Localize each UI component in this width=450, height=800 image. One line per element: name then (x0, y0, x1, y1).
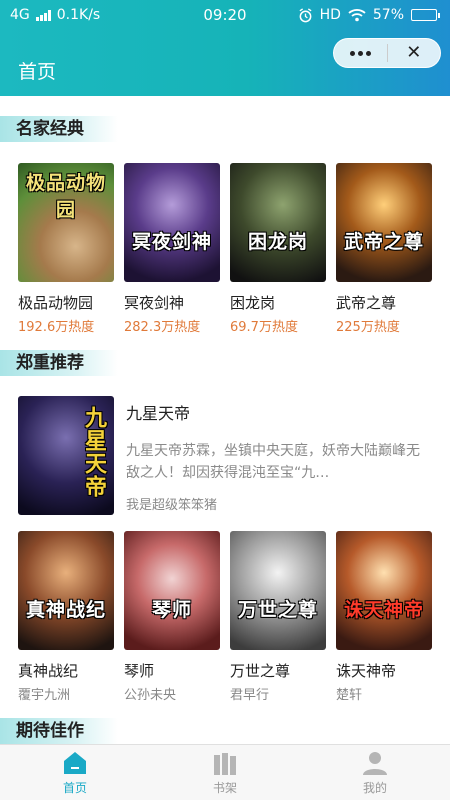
book-heat: 192.6万热度 (18, 320, 95, 335)
book-author: 楚轩 (336, 688, 363, 703)
book-heat: 69.7万热度 (230, 320, 298, 335)
book-title[interactable]: 冥夜剑神 (124, 292, 220, 313)
alarm-icon (299, 7, 312, 22)
book-cover[interactable]: 琴师 (124, 531, 220, 650)
close-icon: ✕ (406, 42, 422, 63)
section-title-recommend: 郑重推荐 (0, 350, 118, 376)
battery-percent: 57% (372, 7, 404, 23)
book-heat: 282.3万热度 (124, 320, 201, 335)
signal-icon (35, 9, 51, 21)
book-cover[interactable]: 极品动物园 (18, 163, 114, 282)
featured-book-description: 九星天帝苏霖，坐镇中央天庭，妖帝大陆巅峰无敌之人！却因获得混沌至宝“九… (126, 443, 420, 481)
wifi-icon (348, 9, 366, 22)
book-cover[interactable]: 真神战纪 (18, 531, 114, 650)
book-title[interactable]: 万世之尊 (230, 660, 326, 681)
title-bar: 首页 ✕ (0, 30, 450, 96)
tab-home-label: 首页 (62, 780, 87, 795)
app-header: 4G 0.1K/s 09:20 HD 57% 首页 ✕ (0, 0, 450, 96)
featured-book-cover[interactable]: 九星天帝 (18, 396, 114, 515)
book-cover[interactable]: 诛天神帝 (336, 531, 432, 650)
more-icon (349, 50, 371, 56)
book-card[interactable]: 诛天神帝 诛天神帝 楚轩 (336, 531, 432, 703)
book-heat: 225万热度 (336, 320, 400, 335)
tab-profile[interactable]: 我的 (300, 745, 450, 800)
section-title-upcoming: 期待佳作 (0, 718, 118, 744)
featured-book-author: 我是超级笨笨猪 (126, 498, 218, 513)
book-cover[interactable]: 困龙岗 (230, 163, 326, 282)
user-icon (363, 751, 387, 775)
classic-book-grid: 极品动物园 极品动物园 192.6万热度 冥夜剑神 冥夜剑神 282.3万热度 … (0, 163, 450, 335)
tab-bookshelf[interactable]: 书架 (150, 745, 300, 800)
close-button[interactable]: ✕ (388, 39, 441, 67)
hd-indicator: HD (319, 7, 341, 23)
book-title[interactable]: 极品动物园 (18, 292, 114, 313)
book-author: 君早行 (230, 688, 270, 703)
section-title-classic: 名家经典 (0, 116, 118, 142)
book-cover[interactable]: 万世之尊 (230, 531, 326, 650)
book-card[interactable]: 冥夜剑神 冥夜剑神 282.3万热度 (124, 163, 220, 335)
bookshelf-icon (214, 752, 236, 775)
book-card[interactable]: 极品动物园 极品动物园 192.6万热度 (18, 163, 114, 335)
more-button[interactable] (334, 39, 387, 67)
book-author: 覆宇九洲 (18, 688, 71, 703)
bottom-tab-bar: 首页 书架 我的 (0, 744, 450, 800)
tab-home[interactable]: 首页 (0, 745, 150, 800)
book-cover[interactable]: 冥夜剑神 (124, 163, 220, 282)
book-card[interactable]: 真神战纪 真神战纪 覆宇九洲 (18, 531, 114, 703)
book-title[interactable]: 武帝之尊 (336, 292, 432, 313)
battery-icon (411, 9, 440, 21)
book-title[interactable]: 诛天神帝 (336, 660, 432, 681)
network-speed: 0.1K/s (56, 7, 101, 23)
book-card[interactable]: 琴师 琴师 公孙未央 (124, 531, 220, 703)
book-title[interactable]: 琴师 (124, 660, 220, 681)
tab-bookshelf-label: 书架 (212, 780, 237, 795)
home-icon (64, 751, 86, 774)
recommend-book-grid: 真神战纪 真神战纪 覆宇九洲 琴师 琴师 公孙未央 万世之尊 万世之尊 君早行 … (0, 531, 450, 703)
tab-profile-label: 我的 (362, 780, 387, 795)
book-card[interactable]: 困龙岗 困龙岗 69.7万热度 (230, 163, 326, 335)
status-bar: 4G 0.1K/s 09:20 HD 57% (0, 0, 450, 30)
main-content[interactable]: 名家经典 极品动物园 极品动物园 192.6万热度 冥夜剑神 冥夜剑神 282.… (0, 96, 450, 744)
book-card[interactable]: 武帝之尊 武帝之尊 225万热度 (336, 163, 432, 335)
featured-book[interactable]: 九星天帝 九星天帝 九星天帝苏霖，坐镇中央天庭，妖帝大陆巅峰无敌之人！却因获得混… (0, 396, 450, 516)
page-title: 首页 (18, 61, 57, 83)
mini-program-capsule: ✕ (333, 38, 441, 68)
network-type: 4G (10, 7, 30, 23)
featured-book-title[interactable]: 九星天帝 (126, 400, 432, 424)
book-title[interactable]: 困龙岗 (230, 292, 326, 313)
book-card[interactable]: 万世之尊 万世之尊 君早行 (230, 531, 326, 703)
book-author: 公孙未央 (124, 688, 177, 703)
book-cover[interactable]: 武帝之尊 (336, 163, 432, 282)
book-title[interactable]: 真神战纪 (18, 660, 114, 681)
